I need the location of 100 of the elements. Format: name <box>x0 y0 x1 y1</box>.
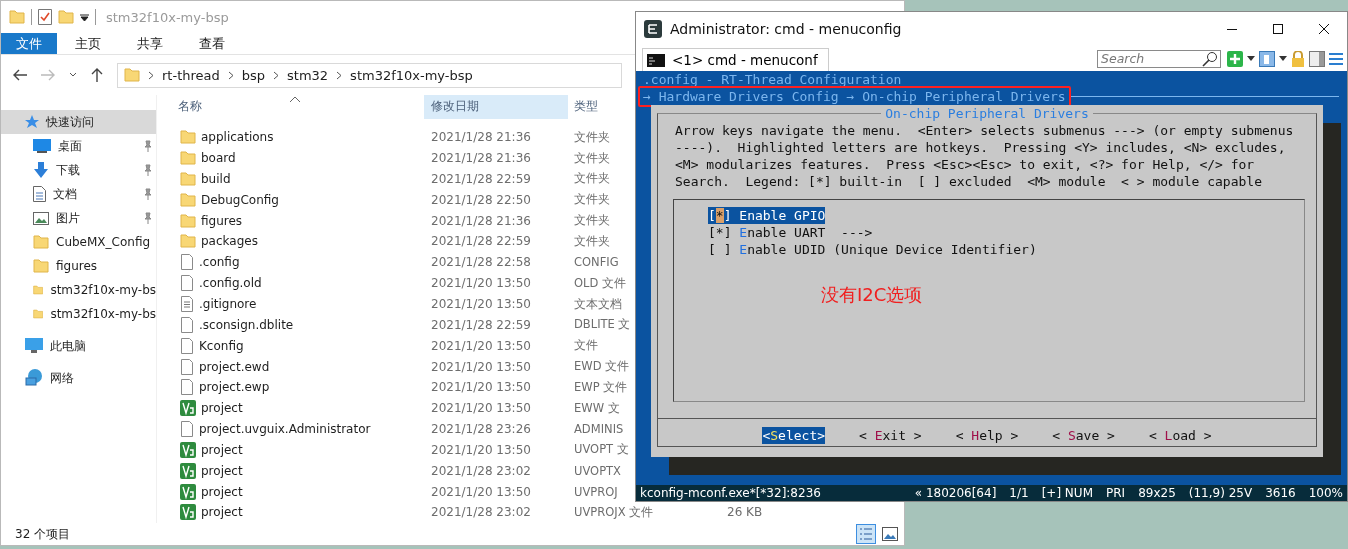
date-cell-text: 2021/1/20 13:50 <box>430 442 532 457</box>
properties-icon[interactable] <box>38 9 52 25</box>
file-name[interactable]: project <box>166 441 424 458</box>
type-cell-text: EWD 文件 <box>573 359 630 375</box>
folder-icon <box>58 10 74 24</box>
file-name[interactable]: applications <box>166 130 424 145</box>
dropdown-caret-icon[interactable] <box>1279 56 1287 61</box>
ribbon-tab[interactable]: 文件 <box>1 33 57 54</box>
column-header[interactable]: 类型 <box>568 95 625 119</box>
text-file-icon <box>180 296 194 312</box>
file-name[interactable]: project <box>166 400 424 417</box>
file-name[interactable]: project.uvguix.Administrator <box>166 421 424 438</box>
sidebar-item[interactable]: 下载 <box>1 158 156 182</box>
file-name[interactable]: figures <box>166 213 424 228</box>
column-header[interactable]: 修改日期 <box>424 95 568 119</box>
menu-breadcrumb: → Hardware Drivers Config → On-chip Peripheral Drivers <box>643 88 1066 105</box>
size-cell-text: 26 KB <box>726 505 763 520</box>
file-name[interactable]: build <box>166 171 424 186</box>
process-name: kconfig-mconf.exe*[*32]:8236 <box>640 486 821 500</box>
breadcrumb-item[interactable]: rt-thread <box>162 67 220 83</box>
terminal-app-icon <box>644 20 662 38</box>
pictures-icon <box>33 211 49 225</box>
download-icon <box>33 162 49 178</box>
sidebar-item[interactable]: 图片 <box>1 206 156 230</box>
chevron-right-icon <box>148 70 154 80</box>
ribbon-tab[interactable]: 共享 <box>119 33 181 54</box>
type-cell-text: CONFIG <box>573 255 619 270</box>
breadcrumb-item[interactable]: stm32 <box>287 67 329 83</box>
sidebar-item[interactable]: CubeMX_Config <box>1 230 156 254</box>
dialog-button[interactable]: < Load > <box>1148 427 1212 444</box>
file-name[interactable]: project <box>166 483 424 500</box>
type-cell-text: 文件夹 <box>573 192 610 208</box>
folder-icon <box>180 171 196 186</box>
details-view-icon[interactable] <box>856 524 876 544</box>
file-name[interactable]: DebugConfig <box>166 192 424 207</box>
file-name[interactable]: project.ewp <box>166 379 424 396</box>
status-item: 89x25 <box>1138 486 1176 500</box>
sidebar-item[interactable]: stm32f10x-my-bs <box>1 302 156 326</box>
type-cell-text: EWP 文件 <box>573 379 628 395</box>
sidebar-item[interactable]: 此电脑 <box>1 334 156 358</box>
panel-icon[interactable] <box>1309 50 1325 67</box>
sidebar-item[interactable]: figures <box>1 254 156 278</box>
type-cell-text: 文件夹 <box>573 213 610 229</box>
back-arrow-icon[interactable] <box>13 69 27 81</box>
column-header[interactable]: 名称 <box>166 95 424 119</box>
sidebar-item[interactable]: 桌面 <box>1 134 156 158</box>
file-name[interactable]: project <box>166 462 424 479</box>
breadcrumb-item[interactable]: stm32f10x-my-bsp <box>350 67 473 83</box>
file-name[interactable]: packages <box>166 234 424 249</box>
computer-icon <box>25 338 43 354</box>
date-cell-text: 2021/1/28 21:36 <box>430 151 532 166</box>
file-icon <box>180 379 194 396</box>
chevron-down-icon[interactable] <box>69 72 77 78</box>
dialog-button[interactable]: < Help > <box>955 427 1019 444</box>
dialog-button[interactable]: < Exit > <box>859 427 922 444</box>
sidebar-item[interactable]: 快速访问 <box>1 110 156 134</box>
search-icon[interactable] <box>1202 50 1218 67</box>
up-arrow-icon[interactable] <box>91 68 103 82</box>
file-name[interactable]: .gitignore <box>166 296 424 312</box>
dialog-button[interactable]: <Select> <box>762 427 826 444</box>
sidebar-item[interactable]: stm32f10x-my-bs <box>1 278 156 302</box>
file-name[interactable]: project <box>166 504 424 521</box>
file-name[interactable]: .config <box>166 254 424 271</box>
date-cell-text: 2021/1/28 23:26 <box>430 422 532 437</box>
type-cell-text: UVOPTX <box>573 463 621 478</box>
address-bar[interactable]: rt-thread bsp stm32 stm32f10x-my-bsp <box>117 62 622 88</box>
menu-item[interactable]: [*] Enable UART ---> <box>708 224 873 241</box>
breadcrumb-item[interactable]: bsp <box>241 67 266 83</box>
window-title: stm32f10x-my-bsp <box>106 9 229 25</box>
dialog-button[interactable]: < Save > <box>1052 427 1115 444</box>
chevron-right-icon <box>336 70 343 80</box>
item-count: 32 个项目 <box>15 525 71 543</box>
date-cell-text: 2021/1/28 22:59 <box>430 171 532 186</box>
menu-icon[interactable] <box>1329 51 1343 66</box>
dialog-title: On-chip Peripheral Drivers <box>884 105 1090 122</box>
search-field[interactable]: Search <box>1097 49 1221 68</box>
window-icon[interactable] <box>1259 50 1275 67</box>
file-name[interactable]: Kconfig <box>166 337 424 354</box>
menu-item[interactable]: [*] Enable GPIO <box>708 207 826 224</box>
file-name[interactable]: .config.old <box>166 275 424 292</box>
folder-icon <box>180 213 196 228</box>
type-cell-text: EWW 文 <box>573 400 620 416</box>
status-item: 3616 <box>1265 486 1296 500</box>
type-cell-text: 文件夹 <box>573 150 610 166</box>
large-icons-view-icon[interactable] <box>882 527 898 541</box>
menu-item[interactable]: [ ] Enable UDID (Unique Device Identifier) <box>708 241 1037 258</box>
dropdown-caret-icon[interactable] <box>80 13 89 21</box>
config-header: .config - RT-Thread Configuration <box>643 71 903 88</box>
file-name[interactable]: board <box>166 151 424 166</box>
ribbon-tab[interactable]: 查看 <box>181 33 243 54</box>
sidebar-item[interactable]: 文档 <box>1 182 156 206</box>
ribbon-tab[interactable]: 主页 <box>57 33 119 54</box>
sidebar-item[interactable]: 网络 <box>1 366 156 390</box>
console-tab[interactable]: <1> cmd - menuconf <box>642 48 829 71</box>
dropdown-caret-icon[interactable] <box>1247 56 1255 61</box>
file-name[interactable]: .sconsign.dblite <box>166 316 424 333</box>
folder-icon <box>180 192 196 207</box>
file-name[interactable]: project.ewd <box>166 358 424 375</box>
chevron-right-icon <box>227 70 234 80</box>
type-cell-text: DBLITE 文 <box>573 317 631 333</box>
